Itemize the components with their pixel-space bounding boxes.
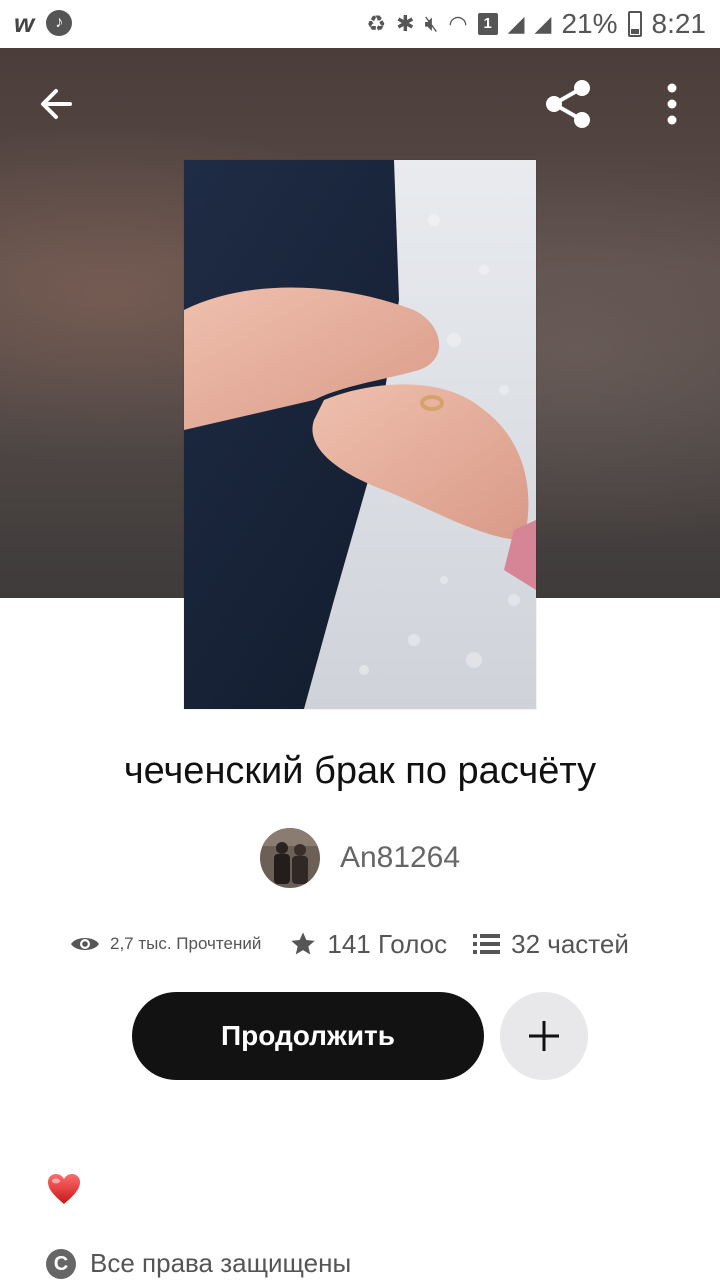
sim-badge: 1 xyxy=(477,13,498,35)
music-icon: ♪ xyxy=(46,10,73,36)
reads-count: 2,7 тыс. Прочтений xyxy=(110,934,262,953)
clock: 8:21 xyxy=(651,8,707,39)
star-icon xyxy=(291,932,316,955)
wifi-icon: ◠ xyxy=(448,11,468,36)
bluetooth-icon: ✱ xyxy=(396,11,415,36)
status-bar: w ♪ ♻ ✱ 🔇︎ ◠ 1 ◢ ◢ 21% 8:21 xyxy=(0,0,720,48)
story-stats: 2,7 тыс. Прочтений 141 Голос 32 частей xyxy=(70,922,670,966)
battery-saver-icon: ♻ xyxy=(366,11,387,36)
rights-text: Все права защищены xyxy=(90,1248,352,1278)
parts-count: 32 частей xyxy=(511,928,629,959)
copyright-icon: C xyxy=(46,1248,76,1279)
plus-icon xyxy=(529,1021,559,1051)
add-to-library-button[interactable] xyxy=(500,992,588,1080)
reads-stat: 2,7 тыс. Прочтений xyxy=(70,934,261,954)
share-icon[interactable] xyxy=(540,76,596,132)
arrow-left-icon[interactable] xyxy=(30,78,82,130)
votes-count: 141 Голос xyxy=(327,928,448,959)
signal-icon: ◢ xyxy=(507,11,525,36)
continue-button[interactable]: Продолжить xyxy=(132,992,484,1080)
votes-stat: 141 Голос xyxy=(289,929,447,960)
author-row[interactable]: An81264 xyxy=(0,828,720,888)
story-title: чеченский брак по расчёту xyxy=(123,750,597,792)
eye-icon xyxy=(71,938,99,950)
story-cover[interactable] xyxy=(184,160,536,709)
parts-stat: 32 частей xyxy=(473,929,629,960)
heart-icon xyxy=(48,1174,80,1204)
list-icon xyxy=(473,934,501,954)
battery-icon xyxy=(627,11,642,37)
avatar[interactable] xyxy=(259,828,320,888)
author-name[interactable]: An81264 xyxy=(340,841,460,875)
signal-icon: ◢ xyxy=(534,11,552,36)
copyright-row: C Все права защищены xyxy=(46,1248,351,1279)
mute-icon: 🔇︎ xyxy=(424,11,439,36)
wattpad-icon: w xyxy=(14,8,35,38)
more-vertical-icon[interactable] xyxy=(656,76,688,132)
battery-percent: 21% xyxy=(561,8,618,39)
